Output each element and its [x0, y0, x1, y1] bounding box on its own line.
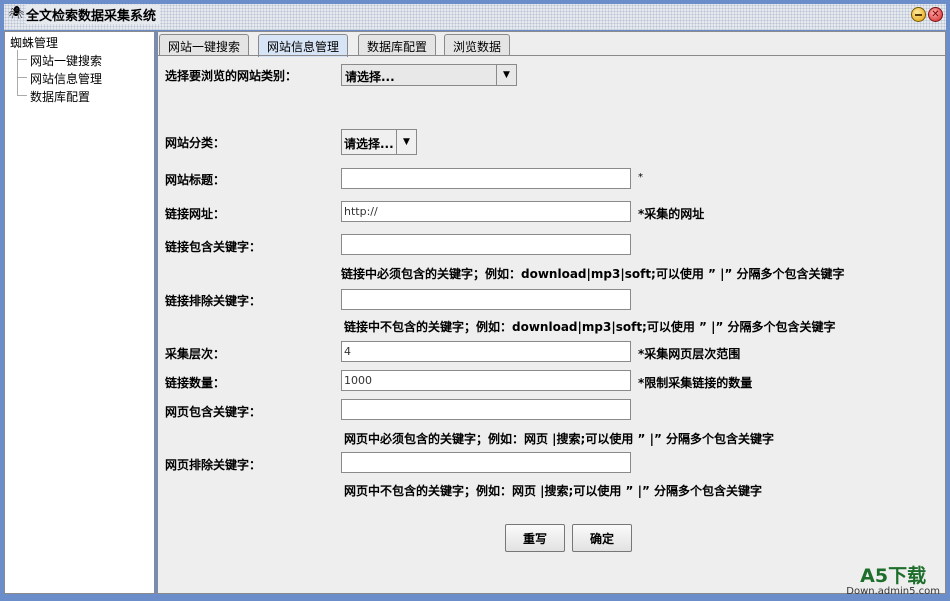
title-note: * [638, 172, 643, 183]
tree-connector [17, 95, 27, 96]
category-select[interactable]: 请选择... ▼ [341, 129, 417, 155]
depth-note: *采集网页层次范围 [638, 347, 741, 361]
watermark-site: Down.admin5.com [846, 586, 940, 597]
chevron-down-icon[interactable]: ▼ [496, 65, 516, 85]
watermark: A5下载 Down.admin5.com [846, 566, 940, 597]
tree-connector [17, 59, 27, 60]
link-exclude-label: 链接排除关键字： [165, 294, 262, 308]
link-count-note: *限制采集链接的数量 [638, 376, 753, 390]
tab-divider [158, 55, 945, 56]
tab-database-config[interactable]: 数据库配置 [358, 34, 437, 56]
minimize-icon[interactable] [911, 7, 926, 22]
page-exclude-input[interactable] [341, 452, 631, 473]
tree-item-database[interactable]: 数据库配置 [30, 88, 90, 105]
close-icon[interactable]: ✕ [928, 7, 943, 22]
page-include-hint: 网页中必须包含的关键字；例如：网页 |搜索;可以使用 ” |” 分隔多个包含关键… [344, 432, 775, 446]
tree-item-search[interactable]: 网站一键搜索 [30, 52, 102, 69]
tree-connector [17, 77, 27, 78]
reset-button[interactable]: 重写 [505, 524, 565, 552]
link-exclude-input[interactable] [341, 289, 631, 310]
link-include-input[interactable] [341, 234, 631, 255]
page-include-label: 网页包含关键字： [165, 405, 262, 419]
browse-category-value: 请选择... [345, 70, 395, 84]
page-exclude-label: 网页排除关键字： [165, 458, 262, 472]
link-count-label: 链接数量： [165, 376, 226, 390]
tab-one-click-search[interactable]: 网站一键搜索 [159, 34, 250, 56]
link-include-hint: 链接中必须包含的关键字；例如：download|mp3|soft;可以使用 ” … [341, 267, 845, 281]
link-exclude-hint: 链接中不包含的关键字；例如：download|mp3|soft;可以使用 ” |… [344, 320, 836, 334]
category-label: 网站分类： [165, 136, 226, 150]
depth-label: 采集层次： [165, 347, 226, 361]
tree-item-site-info[interactable]: 网站信息管理 [30, 70, 102, 87]
depth-input[interactable]: 4 [341, 341, 631, 362]
window-title: 全文检索数据采集系统 [26, 5, 161, 24]
title-label: 网站标题： [165, 173, 226, 187]
tree-root[interactable]: 蜘蛛管理 [10, 34, 58, 51]
link-count-input[interactable]: 1000 [341, 370, 631, 391]
chevron-down-icon[interactable]: ▼ [396, 130, 416, 154]
category-value: 请选择... [344, 137, 394, 151]
url-note: *采集的网址 [638, 207, 705, 221]
confirm-button[interactable]: 确定 [572, 524, 632, 552]
tree-panel: 蜘蛛管理 网站一键搜索 网站信息管理 数据库配置 [4, 31, 155, 594]
tree-connector [17, 50, 18, 96]
tab-browse-data[interactable]: 浏览数据 [444, 34, 511, 56]
main-panel: 网站一键搜索 网站信息管理 数据库配置 浏览数据 选择要浏览的网站类别： 请选择… [157, 31, 946, 594]
url-input[interactable]: http:// [341, 201, 631, 222]
browse-category-label: 选择要浏览的网站类别： [165, 69, 298, 83]
watermark-logo: A5下载 [860, 565, 927, 587]
spider-app-icon: 🕷 [8, 6, 25, 21]
url-label: 链接网址： [165, 207, 226, 221]
page-include-input[interactable] [341, 399, 631, 420]
link-include-label: 链接包含关键字： [165, 240, 262, 254]
browse-category-select[interactable]: 请选择... ▼ [341, 64, 517, 86]
page-exclude-hint: 网页中不包含的关键字；例如：网页 |搜索;可以使用 ” |” 分隔多个包含关键字 [344, 484, 763, 498]
tab-site-info[interactable]: 网站信息管理 [258, 34, 349, 57]
title-input[interactable] [341, 168, 631, 189]
